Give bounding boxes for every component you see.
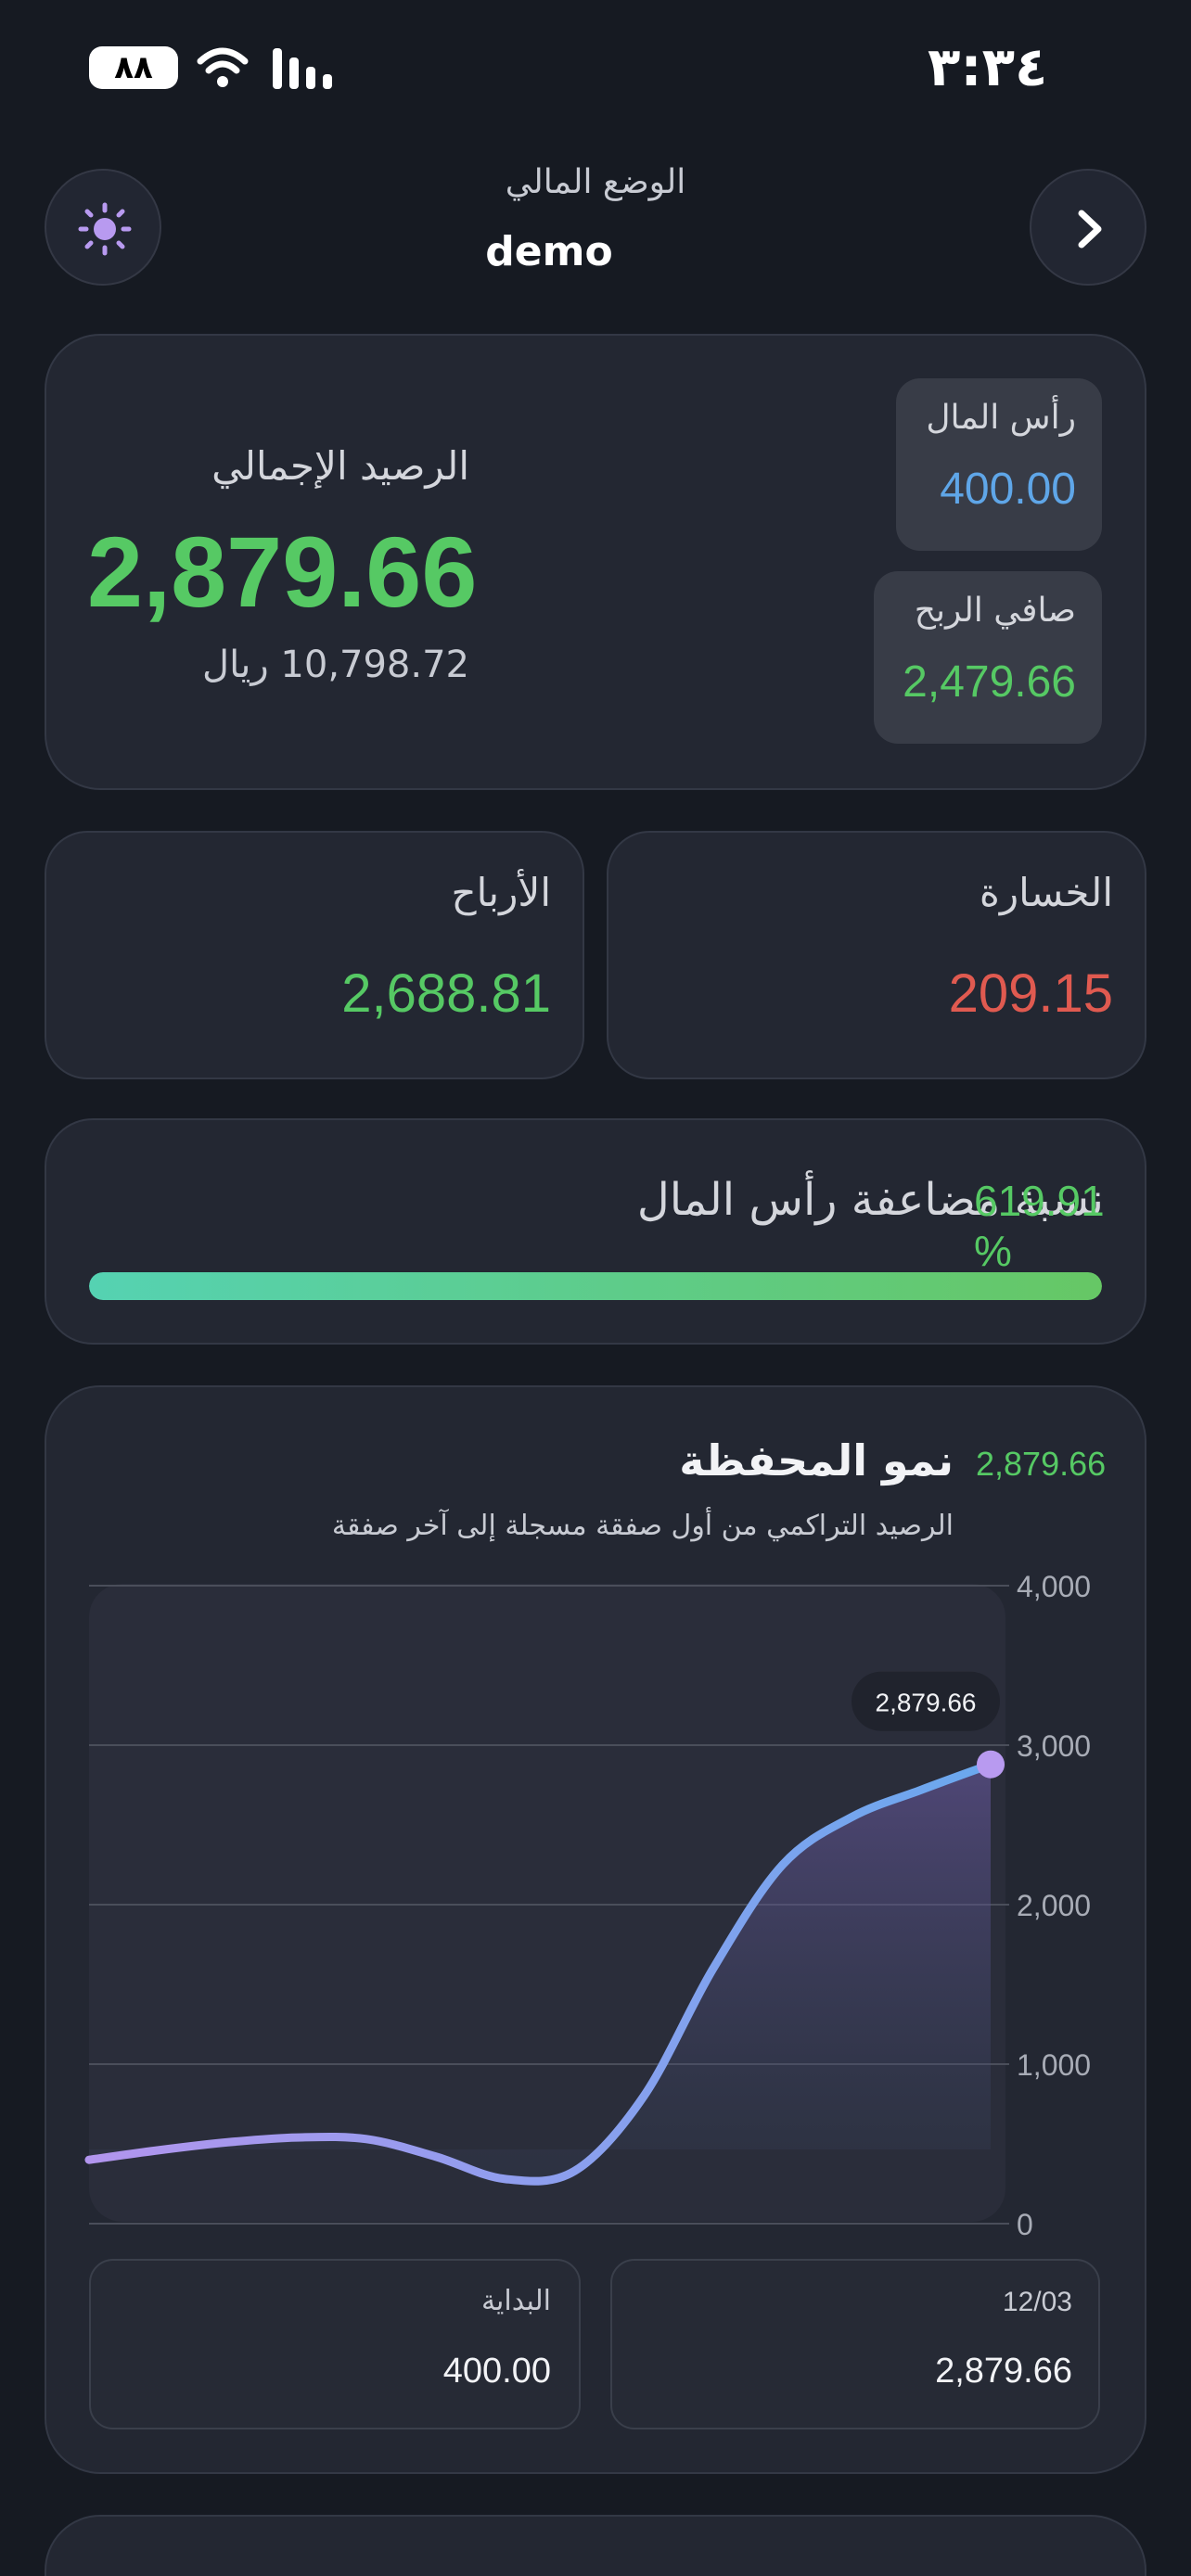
chevron-right-icon [1078, 210, 1102, 249]
net-profit-box: صافي الربح 2,479.66 [874, 571, 1102, 744]
local-currency-value: 10,798.72 ريال [202, 644, 469, 686]
chart-start-label: البداية [480, 2285, 551, 2317]
profit-value: 2,688.81 [341, 963, 551, 1024]
capital-label: رأس المال [926, 399, 1076, 437]
chart-end-point[interactable] [977, 1750, 1005, 1779]
chart-start-box: البداية 400.00 [89, 2259, 581, 2429]
wifi-icon [197, 47, 249, 87]
chart-start-value: 400.00 [442, 2352, 551, 2391]
status-time: ٣:٣٤ [928, 35, 1048, 98]
chart-end-label: 12/03 [1002, 2287, 1072, 2317]
nav-forward-button[interactable] [1030, 169, 1146, 286]
capital-multiple-card: نسبة مضاعفة رأس المال 619.91 % [45, 1118, 1146, 1345]
growth-chart: 0 1,000 2,000 3,000 4,000 2,879.66 [84, 1570, 1091, 2241]
loss-value: 209.15 [948, 963, 1113, 1024]
battery-icon: ٨٨ [89, 46, 178, 89]
theme-toggle-button[interactable] [45, 169, 161, 286]
next-section-card [45, 2515, 1146, 2576]
net-profit-label: صافي الربح [914, 592, 1076, 630]
y-tick-label: 2,000 [1017, 1889, 1091, 1922]
net-profit-value: 2,479.66 [903, 657, 1076, 707]
capital-multiple-progress [89, 1272, 1102, 1300]
chart-end-value: 2,879.66 [935, 2352, 1072, 2391]
chart-tooltip-value: 2,879.66 [876, 1689, 977, 1717]
capital-value: 400.00 [940, 465, 1076, 514]
loss-card: الخسارة 209.15 [607, 831, 1146, 1079]
header-subtitle: الوضع المالي [505, 163, 686, 201]
loss-label: الخسارة [979, 870, 1113, 915]
capital-multiple-value: 619.91 % [974, 1177, 1105, 1275]
chart-end-box: 12/03 2,879.66 [610, 2259, 1100, 2429]
growth-title: نمو المحفظة [679, 1435, 954, 1486]
sun-icon [78, 202, 132, 256]
y-tick-label: 1,000 [1017, 2048, 1091, 2082]
signal-icon [273, 48, 332, 89]
growth-subtitle: الرصيد التراكمي من أول صفقة مسجلة إلى آخ… [331, 1510, 954, 1542]
y-tick-label: 3,000 [1017, 1729, 1091, 1763]
capital-multiple-progress-fill [89, 1272, 1102, 1300]
y-tick-label: 0 [1017, 2208, 1033, 2241]
profit-label: الأرباح [451, 870, 551, 915]
balance-summary-card: الرصيد الإجمالي 2,879.66 10,798.72 ريال … [45, 334, 1146, 790]
y-tick-label: 4,000 [1017, 1570, 1091, 1603]
profit-card: الأرباح 2,688.81 [45, 831, 584, 1079]
total-balance-value: 2,879.66 [87, 516, 478, 628]
header-title: demo [485, 228, 613, 275]
capital-box: رأس المال 400.00 [896, 378, 1102, 551]
growth-current-value: 2,879.66 [976, 1445, 1107, 1483]
total-balance-label: الرصيد الإجمالي [211, 443, 469, 489]
